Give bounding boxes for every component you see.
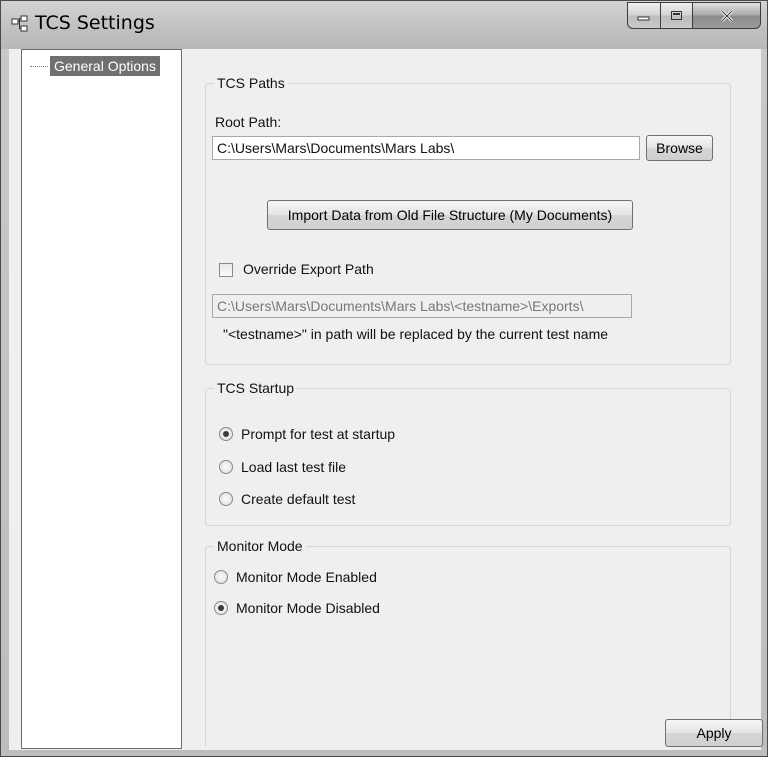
close-button[interactable] xyxy=(693,2,761,29)
radio-label: Load last test file xyxy=(241,459,347,475)
client-area: General Options TCS Paths Root Path: C:\… xyxy=(9,49,763,750)
settings-window: TCS Settings General Options TCS Paths R… xyxy=(0,0,768,757)
minimize-button[interactable] xyxy=(627,2,661,29)
root-path-input[interactable]: C:\Users\Mars\Documents\Mars Labs\ xyxy=(212,136,640,160)
radio-monitor-disabled[interactable]: Monitor Mode Disabled xyxy=(214,600,380,616)
apply-button[interactable]: Apply xyxy=(665,719,763,747)
options-tree[interactable]: General Options xyxy=(21,49,182,749)
radio-label: Prompt for test at startup xyxy=(241,426,396,442)
radio-button[interactable] xyxy=(214,601,228,615)
override-export-checkbox[interactable] xyxy=(219,263,233,277)
radio-button[interactable] xyxy=(219,427,233,441)
radio-load-last-test[interactable]: Load last test file xyxy=(219,459,346,475)
app-icon xyxy=(11,15,28,32)
radio-label: Create default test xyxy=(241,491,356,507)
caption-buttons xyxy=(627,2,761,29)
tcs-paths-group: TCS Paths Root Path: C:\Users\Mars\Docum… xyxy=(205,75,731,365)
close-icon xyxy=(720,9,733,22)
browse-button[interactable]: Browse xyxy=(646,135,713,161)
maximize-icon xyxy=(670,10,682,20)
title-bar[interactable]: TCS Settings xyxy=(1,1,767,49)
radio-button[interactable] xyxy=(219,460,233,474)
group-title: TCS Paths xyxy=(214,75,288,91)
tcs-startup-group: TCS Startup Prompt for test at startup L… xyxy=(205,380,731,526)
radio-prompt-for-test[interactable]: Prompt for test at startup xyxy=(219,426,395,442)
radio-button[interactable] xyxy=(219,492,233,506)
override-export-label: Override Export Path xyxy=(243,261,374,277)
tree-connector xyxy=(30,65,48,67)
testname-note: "<testname>" in path will be replaced by… xyxy=(223,326,609,342)
root-path-label: Root Path: xyxy=(215,114,282,130)
window-title: TCS Settings xyxy=(35,12,155,34)
monitor-mode-group: Monitor Mode Monitor Mode Enabled Monito… xyxy=(205,538,731,746)
radio-label: Monitor Mode Enabled xyxy=(236,569,377,585)
maximize-button[interactable] xyxy=(661,2,693,29)
tree-item-general-options[interactable]: General Options xyxy=(30,55,160,77)
tree-item-label: General Options xyxy=(50,56,160,76)
radio-label: Monitor Mode Disabled xyxy=(236,600,380,616)
group-title: Monitor Mode xyxy=(214,538,306,554)
import-data-button[interactable]: Import Data from Old File Structure (My … xyxy=(267,200,633,230)
export-path-input[interactable]: C:\Users\Mars\Documents\Mars Labs\<testn… xyxy=(212,294,632,318)
radio-create-default-test[interactable]: Create default test xyxy=(219,491,355,507)
group-title: TCS Startup xyxy=(214,380,298,396)
minimize-icon xyxy=(637,16,650,20)
radio-monitor-enabled[interactable]: Monitor Mode Enabled xyxy=(214,569,377,585)
radio-button[interactable] xyxy=(214,570,228,584)
